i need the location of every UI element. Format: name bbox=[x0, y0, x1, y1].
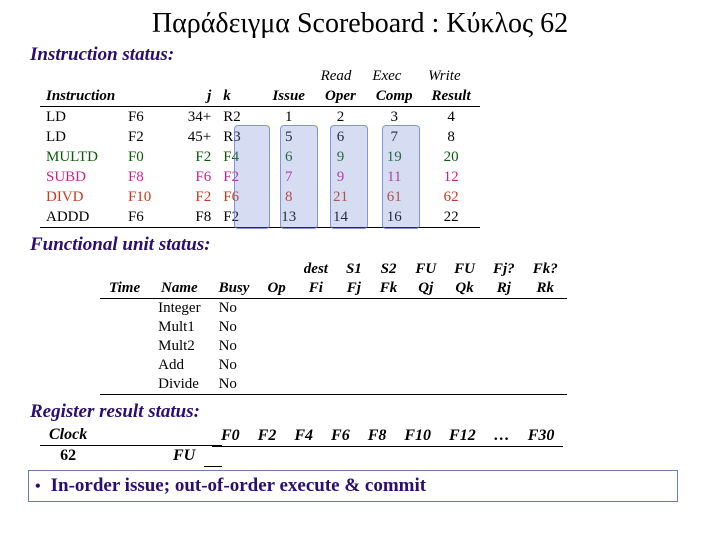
instruction-row: DIVDF10F2F68216162 bbox=[40, 187, 480, 207]
fu-col-fkq: Fk? bbox=[524, 260, 567, 279]
fu-col-qj: Qj bbox=[406, 279, 445, 299]
fu-col-fj: Fj bbox=[337, 279, 371, 299]
col-result: Result bbox=[422, 86, 480, 107]
fu-col-fu2: FU bbox=[445, 260, 484, 279]
col-write: Write bbox=[422, 66, 480, 86]
reg-col: F4 bbox=[285, 426, 322, 447]
reg-col: … bbox=[485, 426, 519, 447]
fu-col-fk: Fk bbox=[371, 279, 407, 299]
clock-value: 62 bbox=[40, 446, 96, 467]
col-read: Read bbox=[315, 66, 367, 86]
instruction-row: LDF245+R35678 bbox=[40, 127, 480, 147]
instruction-row: SUBDF8F6F2791112 bbox=[40, 167, 480, 187]
fu-row: IntegerNo bbox=[100, 299, 567, 319]
reg-col: F2 bbox=[249, 426, 286, 447]
col-oper: Oper bbox=[315, 86, 367, 107]
fu-col-op: Op bbox=[258, 279, 294, 299]
fu-row: Mult2No bbox=[100, 337, 567, 356]
fu-col-name: Name bbox=[149, 279, 209, 299]
fu-col-fi: Fi bbox=[295, 279, 337, 299]
instruction-row: ADDDF6F8F213141622 bbox=[40, 207, 480, 228]
fu-col-time: Time bbox=[100, 279, 149, 299]
col-k: k bbox=[217, 86, 263, 107]
col-j: j bbox=[172, 86, 218, 107]
col-issue: Issue bbox=[263, 86, 315, 107]
reg-col: F12 bbox=[440, 426, 485, 447]
instruction-row: LDF634+R21234 bbox=[40, 107, 480, 128]
heading-instruction-status: Instruction status: bbox=[0, 44, 720, 66]
summary-box: • In-order issue; out-of-order execute &… bbox=[28, 470, 678, 502]
fu-row-label: FU bbox=[96, 446, 204, 467]
reg-col: F0 bbox=[212, 426, 249, 447]
fu-col-qk: Qk bbox=[445, 279, 484, 299]
instruction-row: MULTDF0F2F4691920 bbox=[40, 147, 480, 167]
bullet-dot: • bbox=[35, 478, 47, 495]
fu-col-rj: Rj bbox=[484, 279, 524, 299]
fu-col-rk: Rk bbox=[524, 279, 567, 299]
fu-row: Mult1No bbox=[100, 318, 567, 337]
col-instruction: Instruction bbox=[40, 86, 122, 107]
reg-col: F6 bbox=[322, 426, 359, 447]
heading-fu-status: Functional unit status: bbox=[0, 234, 720, 256]
fu-col-busy: Busy bbox=[210, 279, 259, 299]
reg-col: F8 bbox=[359, 426, 396, 447]
reg-col: F10 bbox=[395, 426, 440, 447]
clock-label: Clock bbox=[40, 425, 96, 446]
fu-status-table: dest S1 S2 FU FU Fj? Fk? Time Name Busy … bbox=[0, 260, 720, 395]
fu-col-fu1: FU bbox=[406, 260, 445, 279]
col-comp: Comp bbox=[366, 86, 422, 107]
heading-reg-status: Register result status: bbox=[0, 401, 720, 423]
col-exec: Exec bbox=[366, 66, 422, 86]
fu-col-s2: S2 bbox=[371, 260, 407, 279]
summary-text: In-order issue; out-of-order execute & c… bbox=[51, 475, 427, 496]
fu-col-s1: S1 bbox=[337, 260, 371, 279]
slide-title: Παράδειγμα Scoreboard : Κύκλος 62 bbox=[0, 0, 720, 44]
fu-row: DivideNo bbox=[100, 375, 567, 395]
fu-col-dest: dest bbox=[295, 260, 337, 279]
fu-col-fjq: Fj? bbox=[484, 260, 524, 279]
instruction-status-table: Read Exec Write Instruction j k Issue Op… bbox=[0, 66, 480, 228]
reg-col: F30 bbox=[519, 426, 564, 447]
fu-row: AddNo bbox=[100, 356, 567, 375]
